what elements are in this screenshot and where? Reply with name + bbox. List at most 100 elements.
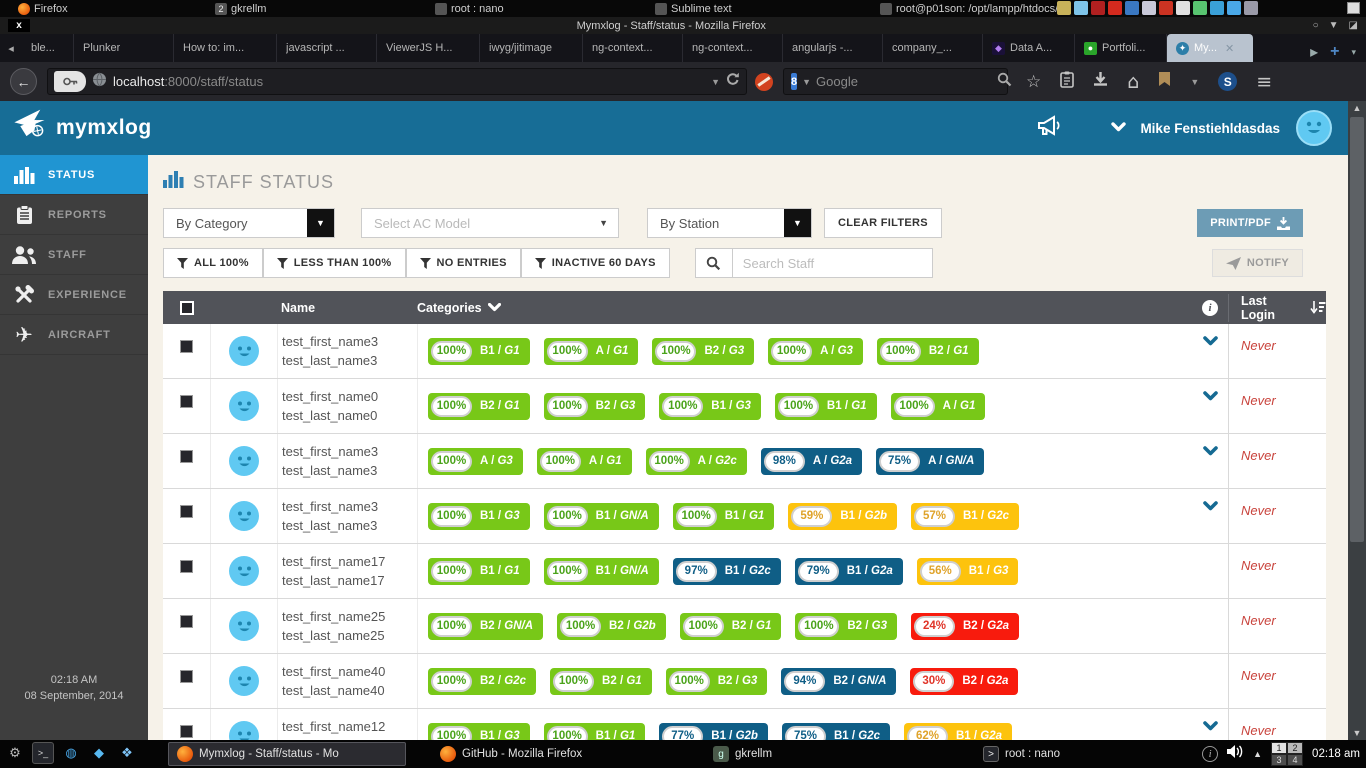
category-badge[interactable]: 62% B1 / G2a xyxy=(904,723,1012,741)
staff-search-input[interactable] xyxy=(733,248,933,278)
row-checkbox[interactable] xyxy=(180,615,193,628)
tray-icon[interactable] xyxy=(1142,1,1156,15)
row-expand-chevron-icon[interactable] xyxy=(1203,443,1218,461)
category-badge[interactable]: 100% B2 / G1 xyxy=(680,613,782,640)
terminal-launcher-icon[interactable]: >_ xyxy=(32,742,54,764)
browser-tab[interactable]: iwyg/jitimage xyxy=(480,34,583,62)
row-expand-chevron-icon[interactable] xyxy=(1203,718,1218,736)
tab-list-icon[interactable]: ▾ xyxy=(1351,47,1356,58)
tray-icon[interactable] xyxy=(1074,1,1088,15)
staff-search-icon[interactable] xyxy=(695,248,733,278)
category-badge[interactable]: 79% B1 / G2a xyxy=(795,558,903,585)
notify-button[interactable]: NOTIFY xyxy=(1212,249,1303,277)
url-bar[interactable]: localhost:8000/staff/status ▼ xyxy=(47,68,747,95)
last-login-sort-icon[interactable] xyxy=(1310,301,1326,314)
category-badge[interactable]: 100% B2 / G3 xyxy=(795,613,897,640)
browser-tab[interactable]: Plunker xyxy=(74,34,174,62)
category-badge[interactable]: 59% B1 / G2b xyxy=(788,503,897,530)
search-engine-dropdown-icon[interactable]: ▼ xyxy=(802,77,811,87)
panel-window-item[interactable]: Firefox xyxy=(18,0,68,17)
category-badge[interactable]: 100% A / G1 xyxy=(544,338,639,365)
last-login-column-header[interactable]: Last Login xyxy=(1241,294,1304,322)
workspace-cell[interactable]: 3 xyxy=(1271,754,1287,766)
tray-icon[interactable] xyxy=(1227,1,1241,15)
by-category-select[interactable]: By Category ▼ xyxy=(163,208,335,238)
category-badge[interactable]: 100% B1 / G1 xyxy=(775,393,877,420)
tray-icon[interactable] xyxy=(1108,1,1122,15)
taskbar-clock[interactable]: 02:18 am xyxy=(1312,748,1360,760)
browser-tab[interactable]: ✦My...✕ xyxy=(1167,34,1253,62)
taskbar-up-arrow-icon[interactable]: ▲ xyxy=(1253,749,1262,759)
select-all-checkbox[interactable] xyxy=(180,301,194,315)
category-badge[interactable]: 100% B2 / G1 xyxy=(877,338,979,365)
clear-filters-button[interactable]: CLEAR FILTERS xyxy=(824,208,942,238)
kde-gear-icon[interactable]: ⚙ xyxy=(4,742,26,764)
blue-chat-icon[interactable]: ◆ xyxy=(88,742,110,764)
quick-filter-button[interactable]: INACTIVE 60 DAYS xyxy=(521,248,670,278)
categories-sort-caret-icon[interactable] xyxy=(488,303,501,312)
browser-search-bar[interactable]: 8 ▼ xyxy=(783,68,1008,95)
quick-filter-button[interactable]: NO ENTRIES xyxy=(406,248,521,278)
category-badge[interactable]: 100% B1 / G1 xyxy=(428,338,530,365)
reload-icon[interactable] xyxy=(726,72,740,91)
bookmark-star-icon[interactable]: ☆ xyxy=(1026,72,1041,92)
ac-model-caret-icon[interactable]: ▼ xyxy=(599,218,618,228)
identity-key-icon[interactable] xyxy=(54,71,86,92)
category-badge[interactable]: 100% B1 / GN/A xyxy=(544,558,659,585)
staff-avatar[interactable] xyxy=(229,501,259,531)
page-scrollbar[interactable]: ▲ ▼ xyxy=(1348,101,1366,740)
ghostery-icon[interactable]: S xyxy=(1218,72,1237,91)
panel-window-item[interactable]: root : nano xyxy=(435,0,504,17)
category-badge[interactable]: 100% A / G1 xyxy=(891,393,986,420)
tray-icon[interactable] xyxy=(1244,1,1258,15)
back-button[interactable]: ← xyxy=(10,68,37,95)
print-pdf-button[interactable]: PRINT/PDF xyxy=(1197,209,1303,237)
corner-widget[interactable] xyxy=(1347,2,1360,14)
category-badge[interactable]: 100% B1 / G1 xyxy=(428,558,530,585)
row-expand-chevron-icon[interactable] xyxy=(1203,498,1218,516)
categories-column-header[interactable]: Categories xyxy=(417,301,482,315)
taskbar-task[interactable]: GitHub - Mozilla Firefox xyxy=(432,742,657,766)
browser-tab[interactable]: angularjs -... xyxy=(783,34,883,62)
workspace-cell[interactable]: 2 xyxy=(1287,742,1303,754)
tray-icon[interactable] xyxy=(1176,1,1190,15)
blue-ring-icon[interactable]: ◍ xyxy=(60,742,82,764)
staff-avatar[interactable] xyxy=(229,446,259,476)
tray-icon[interactable] xyxy=(1210,1,1224,15)
category-badge[interactable]: 100% B2 / G1 xyxy=(550,668,652,695)
browser-tab[interactable]: ble... xyxy=(22,34,74,62)
tray-icon[interactable] xyxy=(1091,1,1105,15)
url-text[interactable]: localhost:8000/staff/status xyxy=(113,74,705,89)
staff-avatar[interactable] xyxy=(229,391,259,421)
window-control-icon[interactable]: ◪ xyxy=(1349,20,1358,31)
panel-window-item[interactable]: root@p01son: /opt/lampp/htdocs/ xyxy=(880,0,1058,17)
taskbar-task[interactable]: g gkrellm xyxy=(705,742,855,766)
window-control-icon[interactable]: ○ xyxy=(1313,20,1319,31)
notification-info-icon[interactable]: i xyxy=(1202,746,1218,762)
bookmarks-sidebar-icon[interactable] xyxy=(1158,71,1171,92)
row-checkbox[interactable] xyxy=(180,395,193,408)
tab-close-icon[interactable]: ✕ xyxy=(1225,42,1234,55)
category-badge[interactable]: 100% B1 / G3 xyxy=(659,393,761,420)
downloads-icon[interactable] xyxy=(1093,71,1108,92)
category-badge[interactable]: 100% B2 / G1 xyxy=(428,393,530,420)
megaphone-icon[interactable] xyxy=(1037,115,1063,142)
staff-avatar[interactable] xyxy=(229,336,259,366)
category-badge[interactable]: 24% B2 / G2a xyxy=(911,613,1019,640)
toolbar-caret-icon[interactable]: ▼ xyxy=(1190,77,1199,87)
browser-tab[interactable]: ◆Data A... xyxy=(983,34,1075,62)
user-menu-caret-icon[interactable] xyxy=(1111,119,1126,137)
category-badge[interactable]: 97% B1 / G2c xyxy=(673,558,781,585)
search-engine-icon[interactable]: 8 xyxy=(791,73,797,90)
by-station-select[interactable]: By Station ▼ xyxy=(647,208,812,238)
category-badge[interactable]: 75% A / GN/A xyxy=(876,448,984,475)
quick-filter-button[interactable]: LESS THAN 100% xyxy=(263,248,406,278)
browser-tab[interactable]: company_... xyxy=(883,34,983,62)
browser-tab[interactable]: ViewerJS H... xyxy=(377,34,480,62)
category-badge[interactable]: 100% A / G1 xyxy=(537,448,632,475)
row-checkbox[interactable] xyxy=(180,725,193,738)
ac-model-select[interactable]: Select AC Model ▼ xyxy=(361,208,619,238)
name-column-header[interactable]: Name xyxy=(277,301,417,315)
category-badge[interactable]: 77% B1 / G2b xyxy=(659,723,768,741)
category-badge[interactable]: 100% B1 / G1 xyxy=(673,503,775,530)
